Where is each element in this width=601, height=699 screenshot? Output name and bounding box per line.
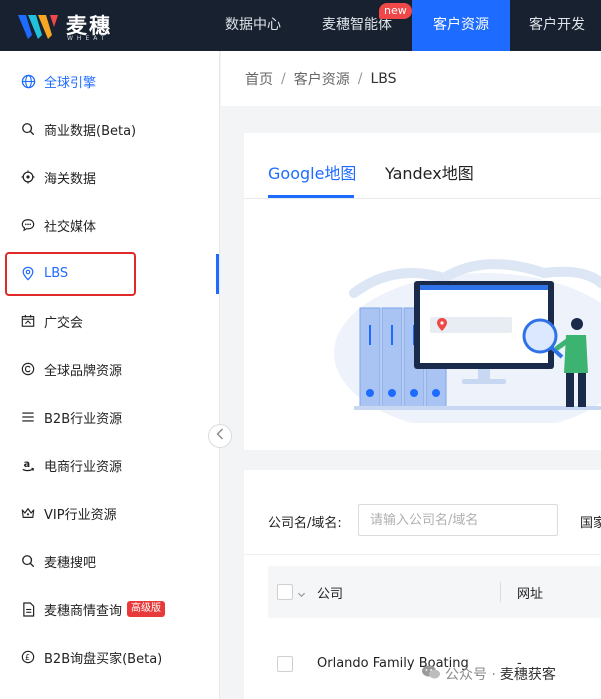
- watermark-prefix: 公众号 ·: [445, 667, 496, 683]
- menu-icon: [20, 409, 36, 425]
- sidebar-item-business-intel[interactable]: 麦穗商情查询 高级版: [0, 587, 220, 631]
- table-header: 公司 网址: [268, 566, 601, 618]
- column-separator: [500, 582, 501, 602]
- copyright-icon: [20, 361, 36, 377]
- coin-icon: £: [20, 649, 36, 665]
- divider: [244, 554, 601, 555]
- amazon-icon: a: [20, 457, 36, 473]
- sidebar-item-global-engine[interactable]: 全球引擎: [0, 59, 220, 103]
- breadcrumb-customer-resources[interactable]: 客户资源: [294, 69, 350, 89]
- brand-logo[interactable]: 麦穗 WHEAT: [18, 9, 138, 43]
- sidebar-item-label: 广交会: [44, 315, 84, 331]
- sidebar-item-business-data[interactable]: 商业数据(Beta): [0, 107, 220, 151]
- chevron-down-icon[interactable]: [297, 584, 306, 603]
- breadcrumb-current: LBS: [370, 70, 397, 87]
- select-all-checkbox[interactable]: [277, 584, 293, 600]
- wheat-logo-icon: [18, 15, 58, 39]
- search-icon: [20, 553, 36, 569]
- sidebar-item-label: 麦穗商情查询: [44, 603, 123, 619]
- sidebar-item-vip[interactable]: VIP行业资源: [0, 491, 220, 535]
- tab-google-map[interactable]: Google地图: [268, 160, 356, 184]
- map-tabs: Google地图 Yandex地图: [244, 133, 601, 199]
- country-label: 国家: [580, 516, 601, 531]
- sidebar-item-label: LBS: [44, 265, 69, 281]
- svg-text:£: £: [25, 653, 30, 662]
- tab-yandex-map[interactable]: Yandex地图: [385, 160, 474, 184]
- sidebar-item-label: 全球引擎: [44, 75, 97, 91]
- sidebar-item-label: 麦穗搜吧: [44, 555, 97, 571]
- sidebar-item-b2b-industry[interactable]: B2B行业资源: [0, 395, 220, 439]
- sidebar-item-label: 社交媒体: [44, 219, 97, 235]
- company-domain-label: 公司名/域名:: [268, 516, 342, 531]
- top-navbar: 麦穗 WHEAT 数据中心 麦穗智能体 new 客户资源 客户开发: [0, 0, 601, 51]
- nav-customer-resources[interactable]: 客户资源: [412, 0, 510, 51]
- nav-customer-development[interactable]: 客户开发: [518, 0, 601, 51]
- sidebar-item-label: 海关数据: [44, 171, 97, 187]
- sidebar-item-social-media[interactable]: 社交媒体: [0, 203, 220, 247]
- expo-icon: [20, 313, 36, 329]
- brand-subtitle: WHEAT: [67, 35, 109, 42]
- breadcrumb-separator: /: [357, 70, 363, 87]
- sidebar-item-label: 电商行业资源: [44, 459, 123, 475]
- nav-data-center[interactable]: 数据中心: [208, 0, 298, 51]
- sidebar-item-ecommerce[interactable]: a 电商行业资源: [0, 443, 220, 487]
- sidebar-item-label: VIP行业资源: [44, 507, 117, 523]
- svg-text:a: a: [24, 458, 31, 469]
- watermark-name: 麦穗获客: [499, 667, 556, 683]
- sidebar-item-label: 商业数据(Beta): [44, 123, 137, 139]
- row-checkbox[interactable]: [277, 656, 293, 672]
- new-badge: new: [379, 3, 412, 19]
- breadcrumb: 首页 / 客户资源 / LBS: [221, 51, 601, 106]
- crown-icon: [20, 505, 36, 521]
- breadcrumb-home[interactable]: 首页: [245, 69, 273, 89]
- sidebar-item-lbs[interactable]: LBS: [0, 251, 220, 295]
- sidebar-item-canton-fair[interactable]: 广交会: [0, 299, 220, 343]
- sidebar-item-global-brands[interactable]: 全球品牌资源: [0, 347, 220, 391]
- sidebar-item-customs-data[interactable]: 海关数据: [0, 155, 220, 199]
- collapse-sidebar-button[interactable]: [208, 424, 232, 448]
- sidebar-item-search-bar[interactable]: 麦穗搜吧: [0, 539, 220, 583]
- column-header-website: 网址: [517, 587, 544, 602]
- sidebar-item-b2b-buyers[interactable]: £ B2B询盘买家(Beta): [0, 635, 220, 679]
- sidebar-item-label: B2B询盘买家(Beta): [44, 651, 163, 667]
- sidebar: 全球引擎 商业数据(Beta) 海关数据 社交媒体 LBS 广交会 全球品牌资源…: [0, 51, 220, 699]
- active-tab-indicator: [268, 195, 354, 198]
- globe-icon: [20, 73, 36, 89]
- document-icon: [20, 601, 36, 617]
- chevron-left-icon: [216, 428, 224, 444]
- sidebar-item-label: B2B行业资源: [44, 411, 123, 427]
- target-icon: [20, 169, 36, 185]
- lbs-illustration: [334, 259, 601, 423]
- chat-icon: [20, 217, 36, 233]
- wechat-watermark: 公众号 · 麦穗获客: [421, 664, 556, 684]
- map-source-card: Google地图 Yandex地图: [244, 133, 601, 450]
- company-domain-input[interactable]: [358, 504, 558, 536]
- column-header-company: 公司: [317, 587, 344, 602]
- location-pin-icon: [20, 265, 36, 281]
- search-icon: [20, 121, 36, 137]
- breadcrumb-separator: /: [281, 70, 286, 87]
- sidebar-item-label: 全球品牌资源: [44, 363, 123, 379]
- premium-badge: 高级版: [127, 601, 166, 617]
- wechat-icon: [421, 664, 441, 684]
